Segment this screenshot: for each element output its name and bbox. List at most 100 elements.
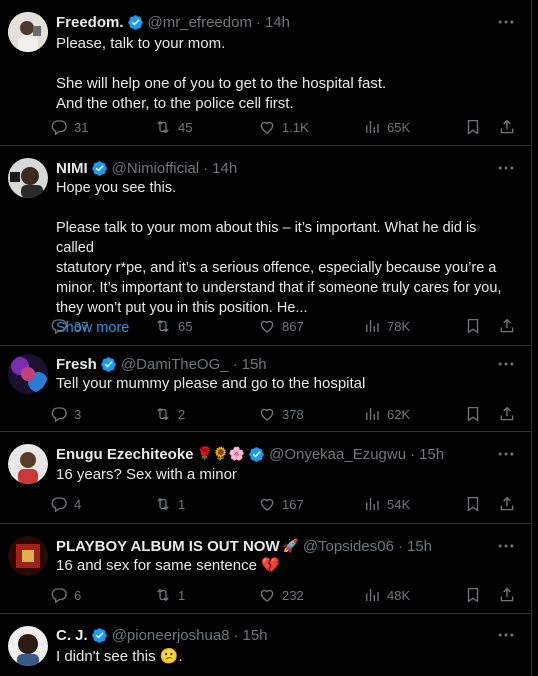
tweet-text: 16 and sex for same sentence 💔 xyxy=(56,556,508,576)
more-icon[interactable] xyxy=(496,444,516,464)
display-name[interactable]: Fresh xyxy=(56,356,97,373)
reply-button[interactable]: 3 xyxy=(50,404,81,424)
tweet-line: I didn't see this 😕. xyxy=(56,647,508,667)
like-button[interactable]: 1.1K xyxy=(258,117,309,137)
tweet-header: Freedom. @mr_efreedom · 14h xyxy=(56,12,492,32)
reply-button[interactable]: 6 xyxy=(50,585,81,605)
more-icon[interactable] xyxy=(496,536,516,556)
reply-button[interactable]: 4 xyxy=(50,494,81,514)
user-handle[interactable]: @mr_efreedom xyxy=(148,14,252,31)
retweet-button[interactable]: 65 xyxy=(154,316,192,336)
views-button[interactable]: 78K xyxy=(363,316,410,336)
retweet-count: 65 xyxy=(178,318,193,334)
views-button[interactable]: 54K xyxy=(363,494,410,514)
tweet-text: 16 years? Sex with a minor xyxy=(56,465,508,485)
tweet-line: Hope you see this. xyxy=(56,180,177,196)
views-button[interactable]: 62K xyxy=(363,404,410,424)
more-icon[interactable] xyxy=(496,625,516,645)
tweet[interactable]: PLAYBOY ALBUM IS OUT NOW 🚀 @Topsides06 ·… xyxy=(0,524,532,614)
timestamp[interactable]: 15h xyxy=(242,356,267,373)
tweet-text: Please, talk to your mom. She will help … xyxy=(56,34,508,114)
avatar[interactable] xyxy=(8,536,48,576)
tweet-header: C. J. @pioneerjoshua8 · 15h xyxy=(56,625,492,645)
name-emojis: 🌹🌻🌸 xyxy=(196,446,246,461)
share-button[interactable] xyxy=(498,316,516,336)
tweet[interactable]: Enugu Ezechiteoke 🌹🌻🌸 @Onyekaa_Ezugwu · … xyxy=(0,432,532,524)
reply-count: 6 xyxy=(74,587,82,603)
views-button[interactable]: 65K xyxy=(363,117,410,137)
like-button[interactable]: 378 xyxy=(258,404,304,424)
user-handle[interactable]: @Nimiofficial xyxy=(112,160,199,177)
reply-icon xyxy=(50,495,68,513)
display-name[interactable]: Enugu Ezechiteoke xyxy=(56,446,194,463)
timestamp[interactable]: 15h xyxy=(243,627,268,644)
retweet-button[interactable]: 1 xyxy=(154,494,185,514)
tweet-actions: 37 65 867 78K xyxy=(50,316,518,336)
timestamp[interactable]: 14h xyxy=(265,14,290,31)
share-button[interactable] xyxy=(498,494,516,514)
tweet[interactable]: NIMI @Nimiofficial · 14h Hope you see th… xyxy=(0,146,532,346)
user-handle[interactable]: @pioneerjoshua8 xyxy=(112,627,230,644)
retweet-button[interactable]: 45 xyxy=(154,117,192,137)
bookmark-button[interactable] xyxy=(464,585,482,605)
views-button[interactable]: 48K xyxy=(363,585,410,605)
tweet-line: they won’t put you in this position. He.… xyxy=(56,300,308,316)
tweet-text: Hope you see this. Please talk to your m… xyxy=(56,178,508,338)
retweet-button[interactable]: 2 xyxy=(154,404,185,424)
bookmark-button[interactable] xyxy=(464,117,482,137)
display-name[interactable]: Freedom. xyxy=(56,14,124,31)
share-icon xyxy=(498,317,516,335)
verified-badge-icon xyxy=(91,627,108,644)
more-icon[interactable] xyxy=(496,354,516,374)
avatar[interactable] xyxy=(8,626,48,666)
like-button[interactable]: 167 xyxy=(258,494,304,514)
verified-badge-icon xyxy=(100,356,117,373)
tweet-line: statutory r*pe, and it’s a serious offen… xyxy=(56,260,497,276)
reply-icon xyxy=(50,317,68,335)
share-button[interactable] xyxy=(498,585,516,605)
reply-button[interactable]: 37 xyxy=(50,316,88,336)
avatar[interactable] xyxy=(8,354,48,394)
avatar[interactable] xyxy=(8,12,48,52)
confused-emoji: 😕 xyxy=(159,648,179,665)
display-name[interactable]: C. J. xyxy=(56,627,88,644)
bookmark-button[interactable] xyxy=(464,494,482,514)
views-count: 62K xyxy=(387,406,411,422)
like-button[interactable]: 867 xyxy=(258,316,304,336)
tweet[interactable]: Fresh @DamiTheOG_ · 15h Tell your mummy … xyxy=(0,346,532,432)
dot-separator: · xyxy=(232,355,238,373)
reply-button[interactable]: 31 xyxy=(50,117,88,137)
display-name[interactable]: PLAYBOY ALBUM IS OUT NOW xyxy=(56,538,280,555)
views-count: 54K xyxy=(387,496,411,512)
timestamp[interactable]: 15h xyxy=(407,538,432,555)
bookmark-icon xyxy=(464,405,482,423)
tweet-line: Please, talk to your mom. xyxy=(56,35,226,52)
tweet-line: 16 years? Sex with a minor xyxy=(56,466,237,483)
views-icon xyxy=(363,317,381,335)
timestamp[interactable]: 15h xyxy=(419,446,444,463)
retweet-button[interactable]: 1 xyxy=(154,585,185,605)
more-icon[interactable] xyxy=(496,158,516,178)
timestamp[interactable]: 14h xyxy=(212,160,237,177)
user-handle[interactable]: @Topsides06 xyxy=(303,538,394,555)
display-name[interactable]: NIMI xyxy=(56,160,88,177)
dot-separator: · xyxy=(255,13,261,31)
avatar[interactable] xyxy=(8,444,48,484)
user-handle[interactable]: @DamiTheOG_ xyxy=(121,356,229,373)
reply-count: 3 xyxy=(74,406,82,422)
like-button[interactable]: 232 xyxy=(258,585,304,605)
bookmark-button[interactable] xyxy=(464,404,482,424)
like-icon xyxy=(258,317,276,335)
tweet-actions: 3 2 378 62K xyxy=(50,404,518,424)
share-button[interactable] xyxy=(498,404,516,424)
user-handle[interactable]: @Onyekaa_Ezugwu xyxy=(269,446,406,463)
more-icon[interactable] xyxy=(496,12,516,32)
bookmark-button[interactable] xyxy=(464,316,482,336)
tweet-line: Please talk to your mom about this – it’… xyxy=(56,220,477,256)
bookmark-icon xyxy=(464,317,482,335)
tweet-header: Fresh @DamiTheOG_ · 15h xyxy=(56,354,492,374)
avatar[interactable] xyxy=(8,158,48,198)
tweet[interactable]: Freedom. @mr_efreedom · 14h Please, talk… xyxy=(0,0,532,146)
tweet[interactable]: C. J. @pioneerjoshua8 · 15h I didn't see… xyxy=(0,614,532,676)
share-button[interactable] xyxy=(498,117,516,137)
